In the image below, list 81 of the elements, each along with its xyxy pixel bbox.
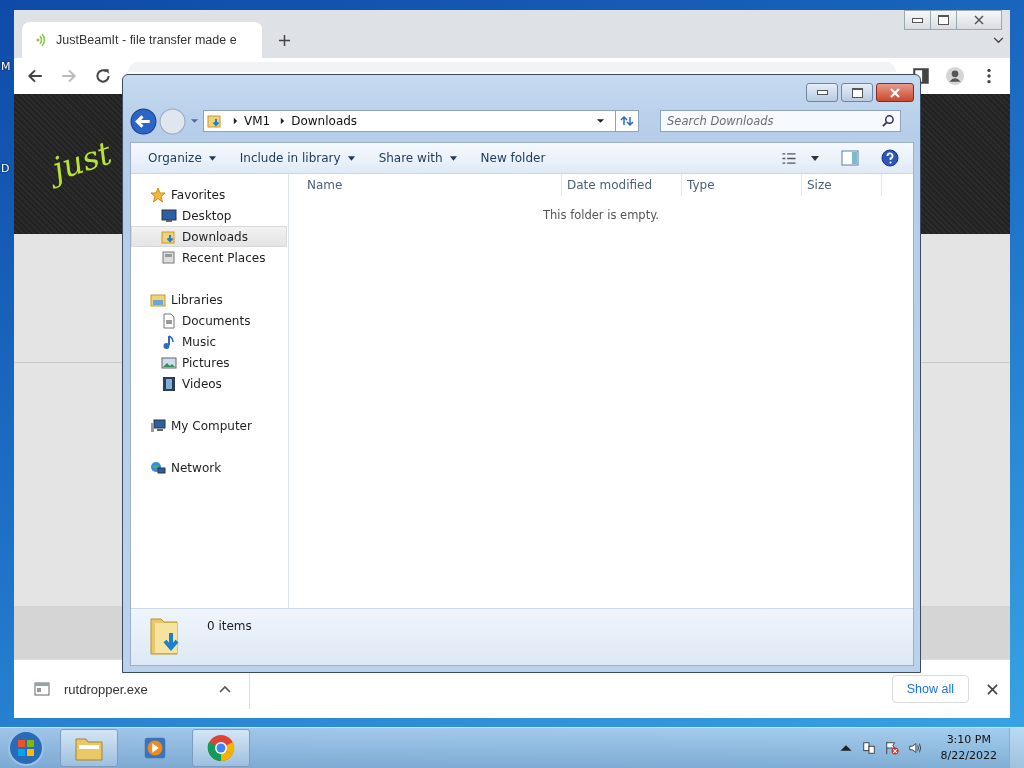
signal-waves-icon (34, 33, 48, 47)
caret-icon (449, 155, 457, 161)
close-icon[interactable] (987, 683, 998, 695)
star-icon (150, 186, 166, 203)
minimize-button[interactable] (904, 10, 931, 30)
nav-item[interactable]: Videos (131, 373, 287, 394)
dropdown-arrow-icon[interactable] (811, 155, 819, 161)
refresh-icon (620, 115, 634, 127)
clock-date: 8/22/2022 (940, 748, 997, 764)
folder-icon (161, 228, 177, 245)
column-header[interactable]: Type (682, 174, 802, 196)
network-icon[interactable] (861, 741, 876, 755)
close-icon (889, 87, 901, 98)
column-header[interactable]: Date modified (562, 174, 682, 196)
nav-item[interactable]: Network (131, 457, 287, 478)
recent-places-icon (161, 249, 177, 266)
clock-time: 3:10 PM (946, 732, 991, 748)
chevron-up-icon[interactable] (219, 685, 231, 693)
search-field[interactable]: Search Downloads (660, 110, 901, 132)
minimize-button[interactable] (806, 83, 838, 102)
back-icon[interactable] (130, 107, 157, 135)
clock[interactable]: 3:10 PM 8/22/2022 (940, 732, 997, 764)
toolbar-button[interactable]: Share with (369, 147, 466, 169)
maximize-button[interactable] (841, 83, 873, 102)
document-icon (161, 312, 177, 329)
nav-item[interactable]: Documents (131, 310, 287, 331)
chevron-right-icon[interactable] (280, 117, 286, 125)
nav-item[interactable]: Recent Places (131, 247, 287, 268)
computer-icon (150, 417, 166, 434)
music-note-icon (161, 333, 177, 350)
download-file-name[interactable]: rutdropper.exe (64, 681, 148, 697)
close-button[interactable] (876, 83, 914, 102)
toolbar-button[interactable]: New folder (471, 147, 555, 169)
desktop-icon-label[interactable]: M (1, 60, 11, 74)
nav-item[interactable]: Music (131, 331, 287, 352)
speaker-icon[interactable] (907, 741, 922, 755)
picture-icon (161, 354, 177, 371)
flag-error-icon[interactable] (884, 741, 899, 755)
profile-icon[interactable] (946, 67, 964, 85)
show-all-button[interactable]: Show all (891, 675, 969, 703)
network-icon (150, 459, 166, 476)
item-count: 0 items (207, 619, 252, 633)
site-logo-text[interactable]: just (47, 133, 117, 189)
side-panel-icon[interactable] (912, 67, 930, 85)
nav-item[interactable]: My Computer (131, 415, 287, 436)
nav-item[interactable]: Libraries (131, 289, 287, 310)
breadcrumb[interactable]: Downloads (291, 114, 358, 128)
reload-icon[interactable] (94, 67, 112, 85)
film-icon (161, 375, 177, 392)
empty-folder-message: This folder is empty. (543, 208, 659, 222)
nav-item[interactable]: Pictures (131, 352, 287, 373)
help-icon[interactable] (881, 149, 899, 167)
taskbar-button[interactable] (192, 729, 250, 767)
breadcrumb[interactable]: VM1 (244, 114, 271, 128)
caret-icon (347, 155, 355, 161)
nav-item[interactable]: Desktop (131, 205, 287, 226)
folder-icon (150, 291, 166, 308)
toolbar-button[interactable]: Organize (139, 147, 225, 169)
nav-item[interactable]: Favorites (131, 184, 287, 205)
maximize-button[interactable] (930, 10, 957, 30)
taskbar-button[interactable] (60, 729, 118, 767)
search-icon (882, 114, 895, 127)
chevron-right-icon[interactable] (233, 117, 238, 125)
desktop-icon-label[interactable]: D (1, 162, 11, 176)
folder-icon (207, 113, 223, 129)
back-icon[interactable] (26, 67, 44, 85)
browser-tab[interactable]: JustBeamIt - file transfer made e (22, 22, 262, 58)
nav-item[interactable]: Downloads (131, 226, 287, 247)
new-tab-icon[interactable] (278, 34, 291, 47)
monitor-icon (161, 207, 177, 224)
toolbar-button[interactable]: Include in library (230, 147, 364, 169)
column-header[interactable]: Name (289, 174, 562, 196)
close-icon (974, 15, 984, 25)
address-bar[interactable]: VM1 Downloads (203, 110, 639, 132)
column-header[interactable]: Size (802, 174, 882, 196)
chevron-down-icon[interactable] (993, 37, 1004, 44)
caret-icon (208, 155, 216, 161)
dropdown-arrow-icon[interactable] (596, 118, 605, 124)
browser-icon (206, 733, 236, 763)
view-list-icon[interactable] (781, 151, 797, 165)
program-file-icon (34, 682, 50, 696)
